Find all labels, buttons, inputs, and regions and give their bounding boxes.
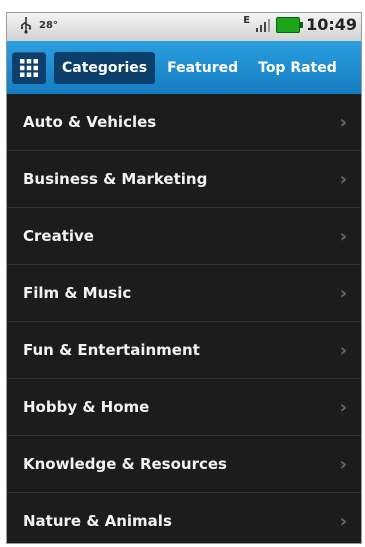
category-label: Creative (23, 227, 94, 245)
chevron-right-icon: › (339, 282, 347, 304)
grid-menu-button[interactable] (12, 51, 46, 84)
network-type: E (243, 15, 251, 26)
chevron-right-icon: › (339, 396, 347, 418)
tab-featured[interactable]: Featured (159, 52, 246, 84)
category-label: Fun & Entertainment (23, 341, 200, 359)
grid-icon (20, 58, 38, 77)
chevron-right-icon: › (339, 111, 347, 133)
category-item-film-music[interactable]: Film & Music › (7, 265, 361, 322)
category-item-auto-vehicles[interactable]: Auto & Vehicles › (7, 94, 361, 151)
chevron-right-icon: › (339, 510, 347, 532)
category-item-fun-entertainment[interactable]: Fun & Entertainment › (7, 322, 361, 379)
category-label: Nature & Animals (23, 512, 172, 530)
chevron-right-icon: › (339, 339, 347, 361)
category-item-knowledge-resources[interactable]: Knowledge & Resources › (7, 436, 361, 493)
chevron-right-icon: › (339, 225, 347, 247)
tab-categories[interactable]: Categories (54, 51, 156, 84)
signal-icon (256, 18, 271, 32)
status-right: E 10:49 (243, 15, 357, 34)
tab-bar: Categories Featured Top Rated (7, 41, 361, 94)
category-label: Knowledge & Resources (23, 455, 227, 473)
category-label: Business & Marketing (23, 170, 208, 188)
category-item-business-marketing[interactable]: Business & Marketing › (7, 151, 361, 208)
temperature: 28° (39, 19, 58, 31)
tab-top-rated[interactable]: Top Rated (250, 52, 345, 84)
category-item-nature-animals[interactable]: Nature & Animals › (7, 493, 361, 543)
battery-icon (276, 16, 304, 33)
status-bar: 28° E 10:49 (7, 13, 361, 41)
chevron-right-icon: › (339, 453, 347, 475)
category-list: Auto & Vehicles › Business & Marketing ›… (7, 94, 361, 543)
clock: 10:49 (306, 15, 357, 34)
chevron-right-icon: › (339, 168, 347, 190)
category-item-creative[interactable]: Creative › (7, 208, 361, 265)
phone-screen: 28° E 10:49 Categories Featured Top Rate… (6, 12, 362, 544)
category-item-hobby-home[interactable]: Hobby & Home › (7, 379, 361, 436)
status-left: 28° (19, 16, 58, 34)
category-label: Auto & Vehicles (23, 113, 157, 131)
category-label: Film & Music (23, 284, 132, 302)
category-label: Hobby & Home (23, 398, 150, 416)
usb-icon (21, 17, 32, 34)
